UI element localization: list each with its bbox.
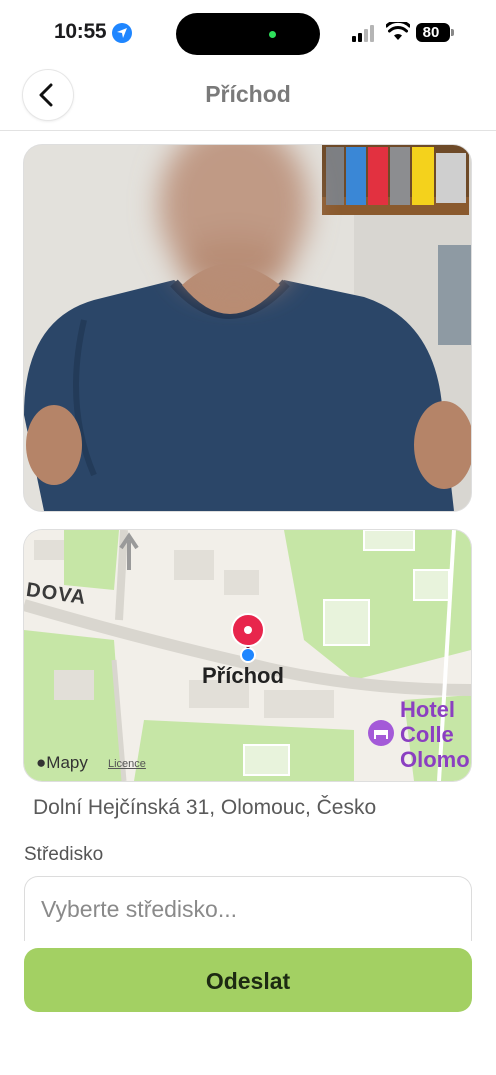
cellular-signal-icon — [352, 25, 378, 42]
poi-line: Olomo — [400, 747, 470, 772]
poi-line: Hotel — [400, 697, 455, 722]
wifi-icon — [386, 22, 410, 40]
hotel-bed-icon — [368, 720, 394, 746]
licence-link[interactable]: Licence — [108, 758, 146, 770]
status-bar: 10:55 80 — [0, 0, 496, 64]
stredisko-select[interactable]: Vyberte středisko... — [24, 876, 472, 941]
battery-level: 80 — [422, 24, 440, 41]
dynamic-island — [176, 13, 320, 55]
maps-logo: ●Mapy — [36, 753, 88, 773]
status-time: 10:55 — [54, 20, 107, 43]
poi-label: Hotel Colle Olomo — [400, 697, 470, 772]
maps-logo-text: Mapy — [46, 753, 88, 772]
select-placeholder: Vyberte středisko... — [41, 896, 238, 922]
apple-logo-icon: ● — [36, 753, 47, 772]
page-title: Příchod — [205, 81, 291, 107]
pin-label: Příchod — [202, 663, 284, 688]
field-label: Středisko — [24, 844, 104, 865]
address-text: Dolní Hejčínská 31, Olomouc, Česko — [33, 796, 377, 819]
battery-icon: 80 — [416, 23, 454, 42]
person-photo — [24, 145, 471, 511]
nav-header: Příchod — [0, 64, 496, 131]
location-arrow-icon — [112, 23, 132, 43]
poi-line: Colle — [400, 722, 454, 747]
submit-button[interactable]: Odeslat — [24, 948, 472, 1012]
location-map[interactable]: DOVA Příchod Hotel Colle Olomo ●Mapy Lic… — [24, 530, 471, 781]
